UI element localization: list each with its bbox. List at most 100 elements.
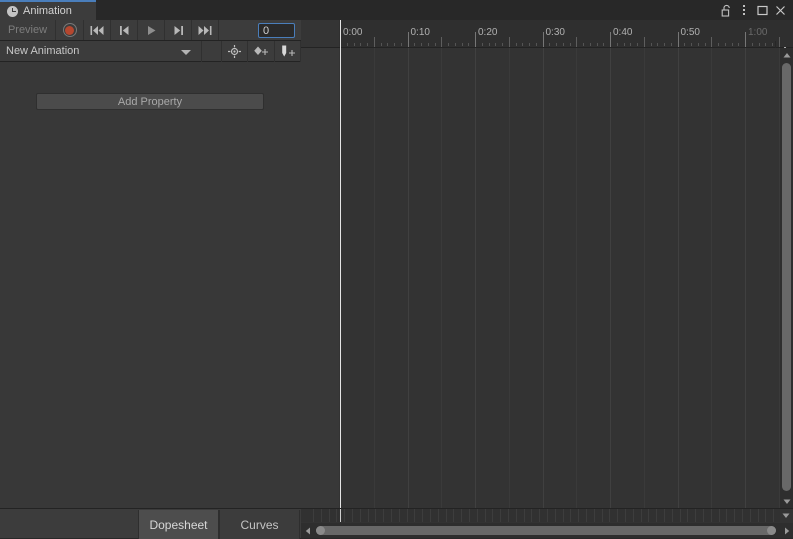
- property-list: Add Property: [0, 62, 301, 508]
- overview-tick: [609, 509, 611, 522]
- toolbar-spacer: [202, 40, 222, 62]
- skip-to-end-button[interactable]: [191, 20, 218, 40]
- overview-tick: [742, 509, 743, 522]
- caret-up-icon[interactable]: [780, 48, 793, 61]
- overview-tick: [445, 509, 447, 522]
- overview-tick: [414, 509, 416, 522]
- caret-down-icon[interactable]: [780, 495, 793, 508]
- overview-tick: [391, 509, 392, 522]
- overview-tick: [656, 509, 658, 522]
- overview-tick: [531, 509, 533, 522]
- ruler-tick-minor: [724, 43, 726, 46]
- ruler-tick-minor: [569, 43, 571, 46]
- horizontal-scroll-track[interactable]: [314, 523, 780, 538]
- ruler-tick-minor: [738, 43, 740, 46]
- overview-tick: [773, 509, 775, 522]
- ruler-tick-minor: [394, 43, 395, 46]
- add-property-button[interactable]: Add Property: [36, 93, 264, 110]
- animation-window: Animation Preview 0 New Animation Add Pr…: [0, 0, 793, 539]
- ruler-tick-minor: [495, 43, 497, 46]
- overview-tick: [492, 509, 494, 522]
- caret-down-icon[interactable]: [780, 509, 792, 522]
- caret-right-icon[interactable]: [780, 523, 793, 538]
- window-controls: [717, 0, 789, 20]
- ruler-tick-minor: [549, 43, 551, 46]
- ruler-tick-minor: [353, 43, 355, 46]
- previous-keyframe-button[interactable]: [110, 20, 137, 40]
- skip-to-start-button[interactable]: [83, 20, 110, 40]
- tab-dopesheet[interactable]: Dopesheet: [138, 510, 219, 539]
- overview-tick: [640, 509, 642, 522]
- horizontal-scroll-grip-right[interactable]: [767, 526, 776, 535]
- frame-input[interactable]: 0: [258, 23, 295, 38]
- dopesheet-canvas[interactable]: [301, 48, 793, 508]
- add-event-button[interactable]: [275, 40, 301, 62]
- ruler-tick-minor: [427, 43, 429, 46]
- overview-tick: [523, 509, 525, 522]
- horizontal-scrollbar[interactable]: [301, 523, 793, 538]
- record-button[interactable]: [55, 20, 83, 40]
- tab-animation-label: Animation: [23, 5, 72, 17]
- horizontal-scroll-thumb[interactable]: [316, 526, 776, 535]
- overview-tick: [539, 509, 541, 522]
- caret-left-icon[interactable]: [301, 523, 314, 538]
- ruler-tick-minor: [583, 43, 584, 46]
- add-key-diamond-button[interactable]: [248, 40, 275, 62]
- frame-input-value: 0: [263, 24, 270, 37]
- ruler-tick-major: [407, 32, 409, 47]
- tab-animation[interactable]: Animation: [0, 0, 96, 20]
- overview-tick: [484, 509, 486, 522]
- ruler-tick-minor: [603, 43, 605, 46]
- ruler-tick-minor: [650, 43, 652, 46]
- record-icon: [65, 25, 74, 35]
- maximize-icon[interactable]: [753, 0, 771, 20]
- timeline-overview[interactable]: [301, 509, 780, 522]
- kebab-menu-icon[interactable]: [735, 0, 753, 20]
- overview-tick: [375, 509, 377, 522]
- animation-clip-dropdown[interactable]: New Animation: [0, 40, 202, 62]
- overview-tick: [554, 509, 556, 522]
- timeline-gridline: [441, 48, 443, 508]
- ruler-tick-minor: [691, 43, 692, 46]
- ruler-tick-minor: [434, 43, 436, 46]
- timeline-gridline: [373, 48, 375, 508]
- horizontal-scroll-grip-left[interactable]: [316, 526, 325, 535]
- overview-tick: [648, 509, 650, 522]
- close-icon[interactable]: [771, 0, 789, 20]
- timeline-gridline: [610, 48, 611, 508]
- overview-tick: [515, 509, 517, 522]
- overview-tick: [476, 509, 478, 522]
- ruler-tick-label: 0:20: [478, 27, 498, 38]
- ruler-tick-minor: [589, 43, 591, 46]
- ruler-tick-major: [542, 32, 544, 47]
- overview-tick: [578, 509, 580, 522]
- ruler-tick-label: 0:50: [680, 27, 700, 38]
- tab-curves[interactable]: Curves: [219, 510, 300, 539]
- overview-tick: [352, 509, 353, 522]
- overview-tick: [625, 509, 626, 522]
- time-ruler[interactable]: 0:00 0:10 0:20 0:30 0:40 0:50 1:00: [301, 20, 793, 48]
- next-keyframe-button[interactable]: [164, 20, 191, 40]
- clock-icon: [7, 5, 18, 17]
- ruler-tick-minor: [765, 43, 767, 46]
- overview-tick: [734, 509, 736, 522]
- ruler-tick-minor: [454, 43, 456, 46]
- vertical-scrollbar[interactable]: [780, 48, 793, 508]
- overview-tick: [765, 509, 767, 522]
- add-keyframe-button[interactable]: [222, 40, 249, 62]
- view-tab-bar: Dopesheet Curves: [0, 508, 301, 539]
- play-button[interactable]: [137, 20, 164, 40]
- overview-tick: [430, 509, 431, 522]
- lock-open-icon[interactable]: [717, 0, 735, 20]
- overview-tick: [508, 509, 509, 522]
- toolbar-divider: [218, 20, 219, 40]
- ruler-tick-minor: [387, 43, 389, 46]
- ruler-tick-minor: [637, 43, 638, 46]
- overview-tick: [703, 509, 704, 522]
- vertical-scroll-thumb[interactable]: [782, 63, 791, 491]
- ruler-tick-minor: [731, 43, 733, 46]
- overview-tick: [500, 509, 502, 522]
- playhead[interactable]: [340, 20, 341, 508]
- ruler-tick-minor: [461, 43, 463, 46]
- preview-toggle[interactable]: Preview: [0, 24, 55, 36]
